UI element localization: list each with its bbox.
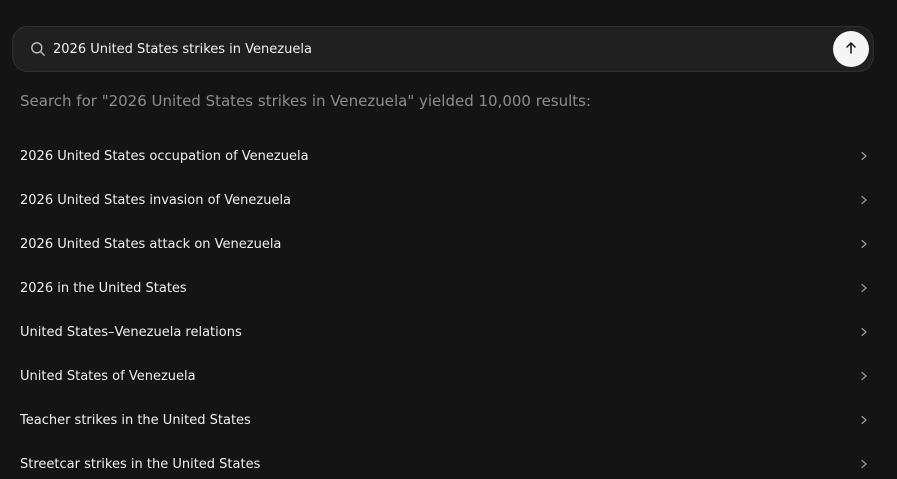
result-item[interactable]: 2026 United States attack on Venezuela (0, 222, 897, 266)
search-bar[interactable] (12, 26, 874, 72)
chevron-right-icon (859, 151, 869, 161)
result-item[interactable]: 2026 United States occupation of Venezue… (0, 134, 897, 178)
result-label: Streetcar strikes in the United States (20, 456, 261, 472)
result-label: United States–Venezuela relations (20, 324, 242, 340)
result-item[interactable]: 2026 in the United States (0, 266, 897, 310)
search-icon (29, 40, 47, 58)
chevron-right-icon (859, 371, 869, 381)
submit-search-button[interactable] (833, 31, 869, 67)
result-label: 2026 United States occupation of Venezue… (20, 148, 309, 164)
chevron-right-icon (859, 195, 869, 205)
result-label: Teacher strikes in the United States (20, 412, 251, 428)
search-results-page: Search for "2026 United States strikes i… (0, 0, 897, 479)
result-label: 2026 United States attack on Venezuela (20, 236, 282, 252)
chevron-right-icon (859, 459, 869, 469)
result-item[interactable]: United States of Venezuela (0, 354, 897, 398)
chevron-right-icon (859, 239, 869, 249)
result-label: 2026 United States invasion of Venezuela (20, 192, 292, 208)
result-item[interactable]: United States–Venezuela relations (0, 310, 897, 354)
chevron-right-icon (859, 327, 869, 337)
result-item[interactable]: 2026 United States invasion of Venezuela (0, 178, 897, 222)
result-item[interactable]: Streetcar strikes in the United States (0, 442, 897, 479)
chevron-right-icon (859, 283, 869, 293)
results-list: 2026 United States occupation of Venezue… (0, 134, 897, 479)
search-input[interactable] (53, 37, 833, 61)
result-label: 2026 in the United States (20, 280, 187, 296)
result-item[interactable]: Teacher strikes in the United States (0, 398, 897, 442)
results-summary: Search for "2026 United States strikes i… (20, 92, 592, 110)
chevron-right-icon (859, 415, 869, 425)
result-label: United States of Venezuela (20, 368, 196, 384)
arrow-up-icon (844, 41, 858, 58)
